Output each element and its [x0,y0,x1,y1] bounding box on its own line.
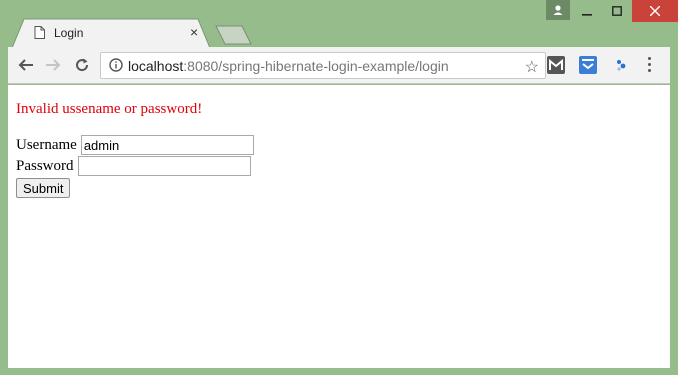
info-icon[interactable] [109,58,123,77]
username-input[interactable] [80,135,254,155]
bookmark-star-icon[interactable]: ☆ [525,57,539,77]
error-message: Invalid ussename or password! [16,101,203,117]
close-tab-icon[interactable]: × [190,24,198,40]
password-input[interactable] [77,156,251,176]
profile-icon[interactable] [546,0,570,20]
page-icon [34,26,45,44]
close-window-button[interactable] [632,0,678,22]
password-label: Password [16,157,74,174]
pocket-extension-icon[interactable] [579,56,597,74]
submit-button[interactable]: Submit [16,178,71,198]
forward-icon[interactable] [43,55,63,75]
tab-title: Login [54,26,84,40]
extension-dots-icon[interactable] [612,56,630,74]
tab-login[interactable]: Login × [12,18,212,48]
menu-icon[interactable] [648,57,652,75]
url-path: :8080/spring-hibernate-login-example/log… [183,58,449,74]
window-controls [572,0,678,22]
browser-toolbar: localhost:8080/spring-hibernate-login-ex… [8,47,670,84]
url-text: localhost:8080/spring-hibernate-login-ex… [128,58,449,74]
minimize-button[interactable] [572,0,602,22]
address-bar[interactable]: localhost:8080/spring-hibernate-login-ex… [100,52,546,79]
reload-icon[interactable] [72,55,92,75]
browser-window: Login × localhost:8080/spring-hibernate-… [0,0,678,375]
url-host: localhost [128,58,184,74]
page-content: Invalid ussename or password! Username P… [8,85,670,368]
gmail-extension-icon[interactable] [547,56,565,74]
username-label: Username [16,136,77,153]
password-row: Password [16,156,251,176]
maximize-button[interactable] [602,0,632,22]
username-row: Username [16,135,254,155]
back-icon[interactable] [16,55,36,75]
